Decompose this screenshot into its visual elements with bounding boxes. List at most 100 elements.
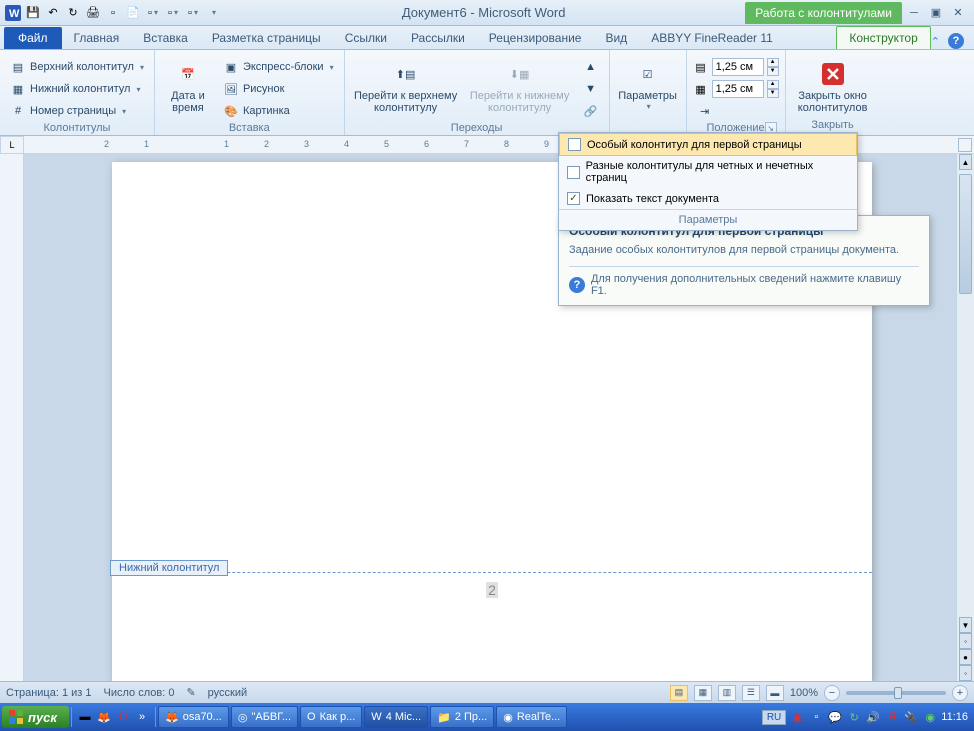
qat-btn[interactable]: ▫▾ [184,4,202,22]
tray-icon[interactable]: 🔌 [903,709,919,725]
footer-icon: ▦ [10,81,26,97]
browse-object-button[interactable]: ● [959,649,972,665]
insert-alignment-tab-button[interactable]: ⇥ [693,100,779,122]
page-number-field[interactable]: 2 [486,582,498,598]
spin-up[interactable]: ▲ [767,80,779,89]
scroll-thumb[interactable] [959,174,972,294]
taskbar-item[interactable]: ◎"АБВГ... [231,706,298,728]
group-position: ▤ ▲▼ ▦ ▲▼ ⇥ Положение ↘ [687,50,786,135]
print-layout-view-button[interactable]: ▤ [670,685,688,701]
taskbar-item[interactable]: 📁2 Пр... [430,706,494,728]
minimize-ribbon-icon[interactable]: ⌃ [931,35,940,48]
qat-customize-icon[interactable]: ▾ [204,4,222,22]
tab-file[interactable]: Файл [4,27,62,49]
qat-btn[interactable]: ▫▾ [144,4,162,22]
tab-review[interactable]: Рецензирование [477,27,594,49]
draft-view-button[interactable]: ▬ [766,685,784,701]
zoom-thumb[interactable] [894,687,902,699]
tab-abbyy[interactable]: ABBYY FineReader 11 [639,27,785,49]
quick-parts-button[interactable]: ▣Экспресс-блоки▾ [219,56,338,78]
taskbar-item[interactable]: W4 Mic... [364,706,428,728]
taskbar-item[interactable]: OКак р... [300,706,362,728]
help-icon[interactable]: ? [948,33,964,49]
goto-top-header-button[interactable]: ⬆▤ Перейти к верхнему колонтитулу [351,56,461,114]
qat-btn[interactable]: ▫▾ [164,4,182,22]
undo-icon[interactable]: ↶ [44,4,62,22]
tab-view[interactable]: Вид [593,27,639,49]
close-header-footer-button[interactable]: Закрыть окно колонтитулов [792,56,874,114]
new-icon[interactable]: ▫ [104,4,122,22]
scroll-up-button[interactable]: ▲ [959,154,972,170]
tab-mailings[interactable]: Рассылки [399,27,477,49]
tray-icon[interactable]: ◉ [789,709,805,725]
next-page-button[interactable]: ◦ [959,665,972,681]
tab-insert[interactable]: Вставка [131,27,200,49]
prev-page-button[interactable]: ◦ [959,633,972,649]
spin-down[interactable]: ▼ [767,67,779,76]
taskbar-item[interactable]: ◉RealTe... [496,706,567,728]
ruler-corner[interactable]: L [0,136,24,154]
tray-icon[interactable]: ↻ [846,709,862,725]
options-icon: ☑ [632,58,664,90]
app-icon: W [371,711,381,723]
redo-icon[interactable]: ↻ [64,4,82,22]
print-icon[interactable]: 🖨 [84,4,102,22]
option-different-odd-even[interactable]: Разные колонтитулы для четных и нечетных… [559,156,857,188]
save-icon[interactable]: 💾 [24,4,42,22]
vertical-scrollbar[interactable]: ▲ ▼ ◦ ● ◦ [956,154,974,681]
word-app-icon[interactable]: W [4,4,22,22]
show-desktop-icon[interactable]: ▬ [76,707,94,727]
tray-icon[interactable]: 💬 [827,709,843,725]
parameters-button[interactable]: ☑ Параметры ▾ [616,56,680,111]
tray-icon[interactable]: ▫ [808,709,824,725]
prev-icon: ▲ [583,59,599,75]
tray-icon[interactable]: Я [884,709,900,725]
clipart-button[interactable]: 🎨Картинка [219,100,338,122]
spin-down[interactable]: ▼ [767,89,779,98]
opera-icon[interactable]: O [114,707,132,727]
zoom-out-button[interactable]: − [824,685,840,701]
vertical-ruler[interactable] [0,154,24,681]
outline-view-button[interactable]: ☰ [742,685,760,701]
picture-icon: 🖼 [223,81,239,97]
clock[interactable]: 11:16 [941,711,968,723]
date-time-button[interactable]: 📅 Дата и время [161,56,215,114]
zoom-in-button[interactable]: + [952,685,968,701]
tab-references[interactable]: Ссылки [333,27,399,49]
option-show-document-text[interactable]: ✓ Показать текст документа [559,188,857,209]
status-page[interactable]: Страница: 1 из 1 [6,687,92,699]
zoom-slider[interactable] [846,691,946,695]
fullscreen-reading-view-button[interactable]: ▦ [694,685,712,701]
tab-home[interactable]: Главная [62,27,132,49]
zoom-level[interactable]: 100% [790,687,818,699]
firefox-icon[interactable]: 🦊 [95,707,113,727]
ruler-toggle-button[interactable] [958,138,972,152]
restore-button[interactable]: ▣ [928,6,944,20]
close-button[interactable]: ✕ [950,6,966,20]
open-icon[interactable]: 📄 [124,4,142,22]
taskbar-item[interactable]: 🦊osa70... [158,706,229,728]
web-layout-view-button[interactable]: ▥ [718,685,736,701]
system-tray: RU ◉ ▫ 💬 ↻ 🔊 Я 🔌 ◉ 11:16 [762,709,972,725]
picture-button[interactable]: 🖼Рисунок [219,78,338,100]
language-indicator[interactable]: RU [762,710,786,725]
status-language[interactable]: русский [208,687,247,699]
tray-icon[interactable]: 🔊 [865,709,881,725]
bottom-header-button[interactable]: ▦Нижний колонтитул▾ [6,78,148,100]
tray-icon[interactable]: ◉ [922,709,938,725]
minimize-button[interactable]: ─ [906,6,922,20]
proofing-icon[interactable]: ✎ [186,686,195,699]
status-word-count[interactable]: Число слов: 0 [104,687,175,699]
spin-up[interactable]: ▲ [767,58,779,67]
tab-design[interactable]: Конструктор [836,26,930,49]
tab-pagelayout[interactable]: Разметка страницы [200,27,333,49]
header-from-top-input[interactable] [712,58,764,76]
option-different-first-page[interactable]: Особый колонтитул для первой страницы [559,133,857,156]
ql-more-icon[interactable]: » [133,707,151,727]
page-number-button[interactable]: #Номер страницы▾ [6,100,148,122]
top-header-button[interactable]: ▤Верхний колонтитул▾ [6,56,148,78]
scroll-down-button[interactable]: ▼ [959,617,972,633]
start-button[interactable]: пуск [2,706,69,728]
footer-from-bottom-input[interactable] [712,80,764,98]
tooltip-help-text: Для получения дополнительных сведений на… [591,273,919,297]
